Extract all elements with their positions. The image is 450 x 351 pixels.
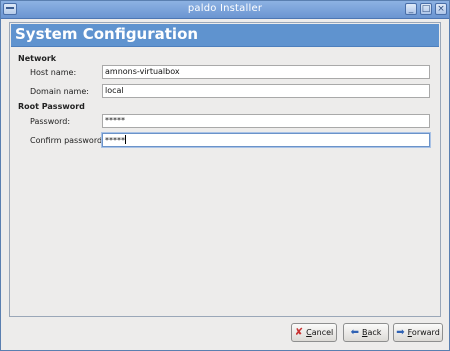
host-name-input[interactable]: amnons-virtualbox: [102, 65, 430, 79]
root-password-section-label: Root Password: [18, 102, 85, 111]
confirm-password-value: *****: [105, 136, 125, 145]
host-name-label: Host name:: [30, 68, 77, 77]
window-title: paldo Installer: [187, 3, 263, 14]
back-arrow-icon: ⬅: [350, 326, 359, 338]
title-bar[interactable]: paldo Installer _ □ ×: [1, 1, 449, 19]
forward-label: Forward: [407, 328, 440, 337]
text-caret: [125, 135, 126, 144]
minimize-icon[interactable]: _: [405, 3, 417, 15]
password-label: Password:: [30, 117, 71, 126]
page-header: System Configuration: [11, 24, 439, 47]
page-title: System Configuration: [15, 25, 199, 43]
installer-window: paldo Installer _ □ × System Configurati…: [0, 0, 450, 351]
domain-name-label: Domain name:: [30, 87, 89, 96]
cancel-icon: ✘: [294, 326, 304, 338]
confirm-password-label: Confirm password:: [30, 136, 105, 145]
maximize-icon[interactable]: □: [420, 3, 432, 15]
close-icon[interactable]: ×: [435, 3, 447, 15]
network-section-label: Network: [18, 54, 57, 63]
cancel-label: Cancel: [306, 328, 334, 337]
password-input[interactable]: *****: [102, 114, 430, 128]
content-frame: System Configuration Network Host name: …: [9, 22, 441, 317]
back-label: Back: [361, 328, 382, 337]
domain-name-input[interactable]: local: [102, 84, 430, 98]
back-button[interactable]: ⬅ Back: [343, 323, 389, 342]
forward-button[interactable]: ➡ Forward: [393, 323, 443, 342]
cancel-button[interactable]: ✘ Cancel: [291, 323, 337, 342]
confirm-password-input[interactable]: *****: [102, 133, 430, 147]
forward-arrow-icon: ➡: [396, 326, 405, 338]
